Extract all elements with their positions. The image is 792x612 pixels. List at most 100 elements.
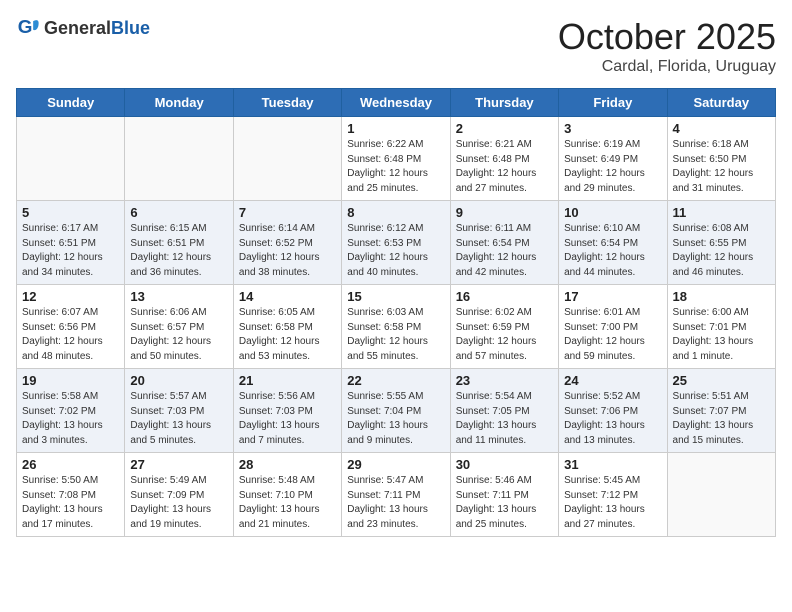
calendar-day-cell: 4Sunrise: 6:18 AM Sunset: 6:50 PM Daylig… [667,117,775,201]
day-info: Sunrise: 5:55 AM Sunset: 7:04 PM Dayligh… [347,390,444,448]
logo: G GeneralBlue [16,16,150,40]
calendar-day-cell: 30 Sunrise: 5:46 AM Sunset: 7:11 PM Dayli… [450,453,558,537]
calendar-day-cell: 11 Sunrise: 6:08 AM Sunset: 6:55 PM Dayli… [667,201,775,285]
day-info: Sunrise: 6:01 AM Sunset: 7:00 PM Dayligh… [564,306,661,364]
calendar-day-cell: 15Sunrise: 6:03 AM Sunset: 6:58 PM Dayli… [342,285,450,369]
day-number: 11 [673,205,770,220]
weekday-header-thursday: Thursday [450,89,558,117]
calendar-day-cell: 6Sunrise: 6:15 AM Sunset: 6:51 PM Daylig… [125,201,233,285]
logo-icon: G [16,16,40,40]
day-number: 22 [347,373,444,388]
day-info: Sunrise: 6:12 AM Sunset: 6:53 PM Dayligh… [347,222,444,280]
day-number: 16 [456,289,553,304]
day-number: 19 [22,373,119,388]
day-info: Sunrise: 6:10 AM Sunset: 6:54 PM Dayligh… [564,222,661,280]
day-info: Sunrise: 6:21 AM Sunset: 6:48 PM Dayligh… [456,138,553,196]
day-info: Sunrise: 5:56 AM Sunset: 7:03 PM Dayligh… [239,390,336,448]
day-number: 25 [673,373,770,388]
day-info: Sunrise: 6:19 AM Sunset: 6:49 PM Dayligh… [564,138,661,196]
weekday-header-monday: Monday [125,89,233,117]
calendar-day-cell: 20Sunrise: 5:57 AM Sunset: 7:03 PM Dayli… [125,369,233,453]
day-number: 20 [130,373,227,388]
calendar-day-cell: 2 Sunrise: 6:21 AM Sunset: 6:48 PM Daylig… [450,117,558,201]
weekday-header-sunday: Sunday [17,89,125,117]
day-number: 7 [239,205,336,220]
calendar-day-cell: 19 Sunrise: 5:58 AM Sunset: 7:02 PM Dayli… [17,369,125,453]
day-number: 10 [564,205,661,220]
calendar-day-cell: 16Sunrise: 6:02 AM Sunset: 6:59 PM Dayli… [450,285,558,369]
calendar-day-cell: 29 Sunrise: 5:47 AM Sunset: 7:11 PM Dayli… [342,453,450,537]
header: G GeneralBlue October 2025 Cardal, Flori… [16,16,776,76]
day-info: Sunrise: 6:14 AM Sunset: 6:52 PM Dayligh… [239,222,336,280]
calendar-day-cell: 8 Sunrise: 6:12 AM Sunset: 6:53 PM Daylig… [342,201,450,285]
calendar-day-cell: 31Sunrise: 5:45 AM Sunset: 7:12 PM Dayli… [559,453,667,537]
calendar-day-cell: 22 Sunrise: 5:55 AM Sunset: 7:04 PM Dayli… [342,369,450,453]
day-number: 31 [564,457,661,472]
calendar-day-cell: 24Sunrise: 5:52 AM Sunset: 7:06 PM Dayli… [559,369,667,453]
title-area: October 2025 Cardal, Florida, Uruguay [558,16,776,76]
calendar-day-cell: 9Sunrise: 6:11 AM Sunset: 6:54 PM Daylig… [450,201,558,285]
calendar-day-cell: 3 Sunrise: 6:19 AM Sunset: 6:49 PM Daylig… [559,117,667,201]
calendar-week-row: 12Sunrise: 6:07 AM Sunset: 6:56 PM Dayli… [17,285,776,369]
day-number: 13 [130,289,227,304]
calendar-week-row: 26 Sunrise: 5:50 AM Sunset: 7:08 PM Dayli… [17,453,776,537]
calendar-day-cell: 21 Sunrise: 5:56 AM Sunset: 7:03 PM Dayli… [233,369,341,453]
calendar-day-cell [125,117,233,201]
weekday-header-row: SundayMondayTuesdayWednesdayThursdayFrid… [17,89,776,117]
day-info: Sunrise: 5:48 AM Sunset: 7:10 PM Dayligh… [239,474,336,532]
day-number: 27 [130,457,227,472]
calendar-day-cell: 1Sunrise: 6:22 AM Sunset: 6:48 PM Daylig… [342,117,450,201]
day-number: 9 [456,205,553,220]
calendar-day-cell: 26 Sunrise: 5:50 AM Sunset: 7:08 PM Dayli… [17,453,125,537]
calendar-table: SundayMondayTuesdayWednesdayThursdayFrid… [16,88,776,537]
day-number: 6 [130,205,227,220]
day-number: 2 [456,121,553,136]
calendar-week-row: 1Sunrise: 6:22 AM Sunset: 6:48 PM Daylig… [17,117,776,201]
logo-general: General [44,18,111,38]
day-number: 15 [347,289,444,304]
day-info: Sunrise: 6:06 AM Sunset: 6:57 PM Dayligh… [130,306,227,364]
day-number: 29 [347,457,444,472]
day-info: Sunrise: 5:54 AM Sunset: 7:05 PM Dayligh… [456,390,553,448]
calendar-day-cell: 18Sunrise: 6:00 AM Sunset: 7:01 PM Dayli… [667,285,775,369]
day-info: Sunrise: 5:50 AM Sunset: 7:08 PM Dayligh… [22,474,119,532]
day-number: 1 [347,121,444,136]
day-number: 30 [456,457,553,472]
month-title: October 2025 [558,16,776,58]
day-info: Sunrise: 6:07 AM Sunset: 6:56 PM Dayligh… [22,306,119,364]
day-info: Sunrise: 5:58 AM Sunset: 7:02 PM Dayligh… [22,390,119,448]
calendar-day-cell [17,117,125,201]
day-number: 8 [347,205,444,220]
calendar-day-cell: 17 Sunrise: 6:01 AM Sunset: 7:00 PM Dayli… [559,285,667,369]
day-info: Sunrise: 5:47 AM Sunset: 7:11 PM Dayligh… [347,474,444,532]
day-info: Sunrise: 6:05 AM Sunset: 6:58 PM Dayligh… [239,306,336,364]
day-number: 28 [239,457,336,472]
location-title: Cardal, Florida, Uruguay [558,58,776,76]
calendar-week-row: 19 Sunrise: 5:58 AM Sunset: 7:02 PM Dayli… [17,369,776,453]
calendar-day-cell: 14 Sunrise: 6:05 AM Sunset: 6:58 PM Dayli… [233,285,341,369]
day-number: 17 [564,289,661,304]
calendar-day-cell: 5 Sunrise: 6:17 AM Sunset: 6:51 PM Daylig… [17,201,125,285]
day-number: 5 [22,205,119,220]
weekday-header-wednesday: Wednesday [342,89,450,117]
calendar-day-cell: 12Sunrise: 6:07 AM Sunset: 6:56 PM Dayli… [17,285,125,369]
day-number: 18 [673,289,770,304]
weekday-header-saturday: Saturday [667,89,775,117]
day-info: Sunrise: 6:18 AM Sunset: 6:50 PM Dayligh… [673,138,770,196]
day-info: Sunrise: 5:51 AM Sunset: 7:07 PM Dayligh… [673,390,770,448]
day-number: 3 [564,121,661,136]
day-info: Sunrise: 5:49 AM Sunset: 7:09 PM Dayligh… [130,474,227,532]
day-info: Sunrise: 6:08 AM Sunset: 6:55 PM Dayligh… [673,222,770,280]
logo-blue: Blue [111,18,150,38]
day-number: 14 [239,289,336,304]
day-number: 26 [22,457,119,472]
calendar-day-cell: 23Sunrise: 5:54 AM Sunset: 7:05 PM Dayli… [450,369,558,453]
day-info: Sunrise: 5:46 AM Sunset: 7:11 PM Dayligh… [456,474,553,532]
day-info: Sunrise: 6:17 AM Sunset: 6:51 PM Dayligh… [22,222,119,280]
day-info: Sunrise: 5:52 AM Sunset: 7:06 PM Dayligh… [564,390,661,448]
calendar-day-cell: 10 Sunrise: 6:10 AM Sunset: 6:54 PM Dayli… [559,201,667,285]
day-number: 21 [239,373,336,388]
weekday-header-friday: Friday [559,89,667,117]
calendar-day-cell: 25 Sunrise: 5:51 AM Sunset: 7:07 PM Dayli… [667,369,775,453]
weekday-header-tuesday: Tuesday [233,89,341,117]
